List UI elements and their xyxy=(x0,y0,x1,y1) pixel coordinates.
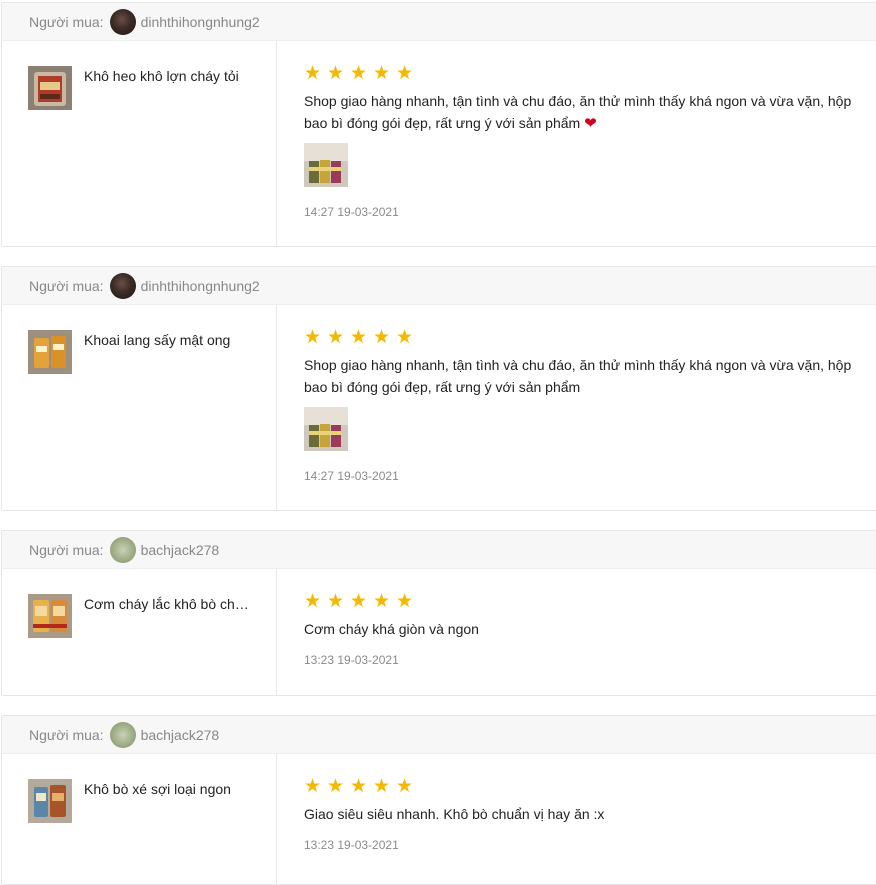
buyer-username[interactable]: bachjack278 xyxy=(141,542,220,558)
rating-stars: ★ ★ ★ ★ ★ xyxy=(304,328,419,348)
star-icon: ★ xyxy=(327,591,345,612)
review-body: Cơm cháy lắc khô bò chà bông ★ ★ ★ ★ ★ C… xyxy=(2,569,876,695)
review-comment-text: Giao siêu siêu nhanh. Khô bò chuẩn vị ha… xyxy=(304,806,605,822)
buyer-username[interactable]: dinhthihongnhung2 xyxy=(141,278,260,294)
buyer-label: Người mua: xyxy=(29,13,104,30)
buyer-avatar[interactable] xyxy=(109,272,136,299)
product-name[interactable]: Khoai lang sấy mật ong xyxy=(84,332,256,348)
review-comment: Shop giao hàng nhanh, tận tình và chu đá… xyxy=(304,90,860,135)
product-name[interactable]: Khô heo khô lợn cháy tỏi xyxy=(84,68,256,84)
star-icon: ★ xyxy=(350,591,368,612)
star-icon: ★ xyxy=(373,63,391,84)
star-icon: ★ xyxy=(327,776,345,797)
star-icon: ★ xyxy=(396,776,414,797)
product-column: Khô heo khô lợn cháy tỏi xyxy=(2,41,277,246)
buyer-label: Người mua: xyxy=(29,541,104,558)
review-body: Khô heo khô lợn cháy tỏi ★ ★ ★ ★ ★ Shop … xyxy=(2,41,876,246)
review-card: Người mua: dinhthihongnhung2 Khô heo khô… xyxy=(1,2,876,247)
review-comment-text: Shop giao hàng nhanh, tận tình và chu đá… xyxy=(304,93,852,131)
star-icon: ★ xyxy=(327,327,345,348)
star-icon: ★ xyxy=(350,63,368,84)
review-content: ★ ★ ★ ★ ★ Shop giao hàng nhanh, tận tình… xyxy=(304,41,860,246)
review-body: Khoai lang sấy mật ong ★ ★ ★ ★ ★ Shop gi… xyxy=(2,305,876,510)
product-thumbnail[interactable] xyxy=(28,66,72,110)
star-icon: ★ xyxy=(304,327,322,348)
review-comment: Shop giao hàng nhanh, tận tình và chu đá… xyxy=(304,354,860,398)
review-timestamp: 14:27 19-03-2021 xyxy=(304,469,399,483)
product-column: Khoai lang sấy mật ong xyxy=(2,305,277,510)
star-icon: ★ xyxy=(350,327,368,348)
review-card: Người mua: bachjack278 Khô bò xé sợi loạ… xyxy=(1,715,876,885)
review-photo[interactable] xyxy=(304,407,348,451)
star-icon: ★ xyxy=(396,327,414,348)
star-icon: ★ xyxy=(327,63,345,84)
review-card: Người mua: dinhthihongnhung2 Khoai lang … xyxy=(1,266,876,511)
star-icon: ★ xyxy=(304,63,322,84)
product-column: Cơm cháy lắc khô bò chà bông xyxy=(2,569,277,695)
product-thumbnail[interactable] xyxy=(28,779,72,823)
buyer-avatar[interactable] xyxy=(109,8,136,35)
star-icon: ★ xyxy=(373,591,391,612)
review-header: Người mua: dinhthihongnhung2 xyxy=(2,3,876,41)
buyer-label: Người mua: xyxy=(29,277,104,294)
review-card: Người mua: bachjack278 Cơm cháy lắc khô … xyxy=(1,530,876,696)
rating-stars: ★ ★ ★ ★ ★ xyxy=(304,777,419,797)
review-content: ★ ★ ★ ★ ★ Giao siêu siêu nhanh. Khô bò c… xyxy=(304,754,860,884)
review-content: ★ ★ ★ ★ ★ Cơm cháy khá giòn và ngon 13:2… xyxy=(304,569,860,695)
review-comment-text: Cơm cháy khá giòn và ngon xyxy=(304,621,479,637)
buyer-avatar[interactable] xyxy=(109,721,136,748)
review-timestamp: 13:23 19-03-2021 xyxy=(304,653,399,667)
star-icon: ★ xyxy=(350,776,368,797)
rating-stars: ★ ★ ★ ★ ★ xyxy=(304,64,419,84)
heart-emoji-icon: ❤ xyxy=(584,115,597,132)
review-header: Người mua: dinhthihongnhung2 xyxy=(2,267,876,305)
star-icon: ★ xyxy=(396,63,414,84)
star-icon: ★ xyxy=(304,776,322,797)
review-header: Người mua: bachjack278 xyxy=(2,531,876,569)
review-comment-text: Shop giao hàng nhanh, tận tình và chu đá… xyxy=(304,357,852,395)
star-icon: ★ xyxy=(373,776,391,797)
product-column: Khô bò xé sợi loại ngon xyxy=(2,754,277,884)
star-icon: ★ xyxy=(396,591,414,612)
star-icon: ★ xyxy=(373,327,391,348)
product-name[interactable]: Khô bò xé sợi loại ngon xyxy=(84,781,256,797)
buyer-username[interactable]: dinhthihongnhung2 xyxy=(141,14,260,30)
review-comment: Giao siêu siêu nhanh. Khô bò chuẩn vị ha… xyxy=(304,803,860,825)
product-thumbnail[interactable] xyxy=(28,330,72,374)
review-timestamp: 14:27 19-03-2021 xyxy=(304,205,399,219)
review-photo[interactable] xyxy=(304,143,348,187)
star-icon: ★ xyxy=(304,591,322,612)
buyer-username[interactable]: bachjack278 xyxy=(141,727,220,743)
buyer-label: Người mua: xyxy=(29,726,104,743)
buyer-avatar[interactable] xyxy=(109,536,136,563)
review-content: ★ ★ ★ ★ ★ Shop giao hàng nhanh, tận tình… xyxy=(304,305,860,510)
review-comment: Cơm cháy khá giòn và ngon xyxy=(304,618,860,640)
review-timestamp: 13:23 19-03-2021 xyxy=(304,838,399,852)
rating-stars: ★ ★ ★ ★ ★ xyxy=(304,592,419,612)
product-name[interactable]: Cơm cháy lắc khô bò chà bông xyxy=(84,596,256,612)
review-body: Khô bò xé sợi loại ngon ★ ★ ★ ★ ★ Giao s… xyxy=(2,754,876,884)
product-thumbnail[interactable] xyxy=(28,594,72,638)
review-header: Người mua: bachjack278 xyxy=(2,716,876,754)
